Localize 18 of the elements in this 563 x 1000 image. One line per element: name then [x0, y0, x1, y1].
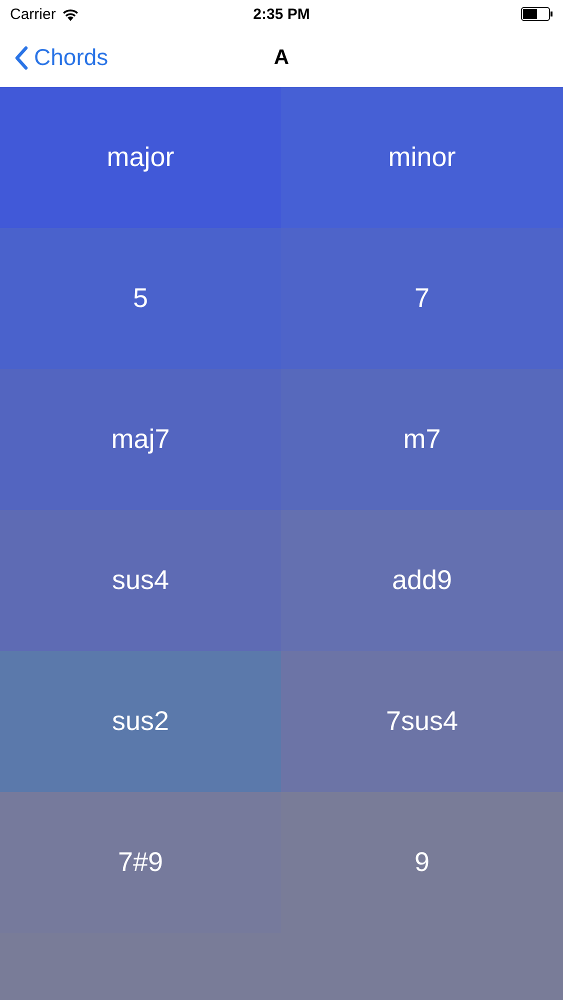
chord-tile[interactable]: major	[0, 87, 281, 228]
battery-icon	[521, 7, 553, 21]
chord-tile[interactable]: 7	[281, 228, 563, 369]
chord-tile[interactable]: m7	[281, 369, 563, 510]
chord-tile[interactable]: 7sus4	[281, 651, 563, 792]
chord-tile[interactable]: 7#9	[0, 792, 281, 933]
chord-tile[interactable]: maj7	[0, 369, 281, 510]
chord-tile[interactable]: sus2	[0, 651, 281, 792]
carrier-name: Carrier	[10, 6, 56, 22]
chord-tile[interactable]: sus4	[0, 510, 281, 651]
back-button[interactable]: Chords	[14, 44, 108, 71]
wifi-icon	[62, 8, 79, 20]
page-title: A	[274, 46, 290, 70]
chord-tile[interactable]: add9	[281, 510, 563, 651]
chord-tile[interactable]: 5	[0, 228, 281, 369]
chord-tile[interactable]: minor	[281, 87, 563, 228]
clock-time: 2:35 PM	[253, 6, 310, 22]
chevron-left-icon	[14, 46, 28, 70]
